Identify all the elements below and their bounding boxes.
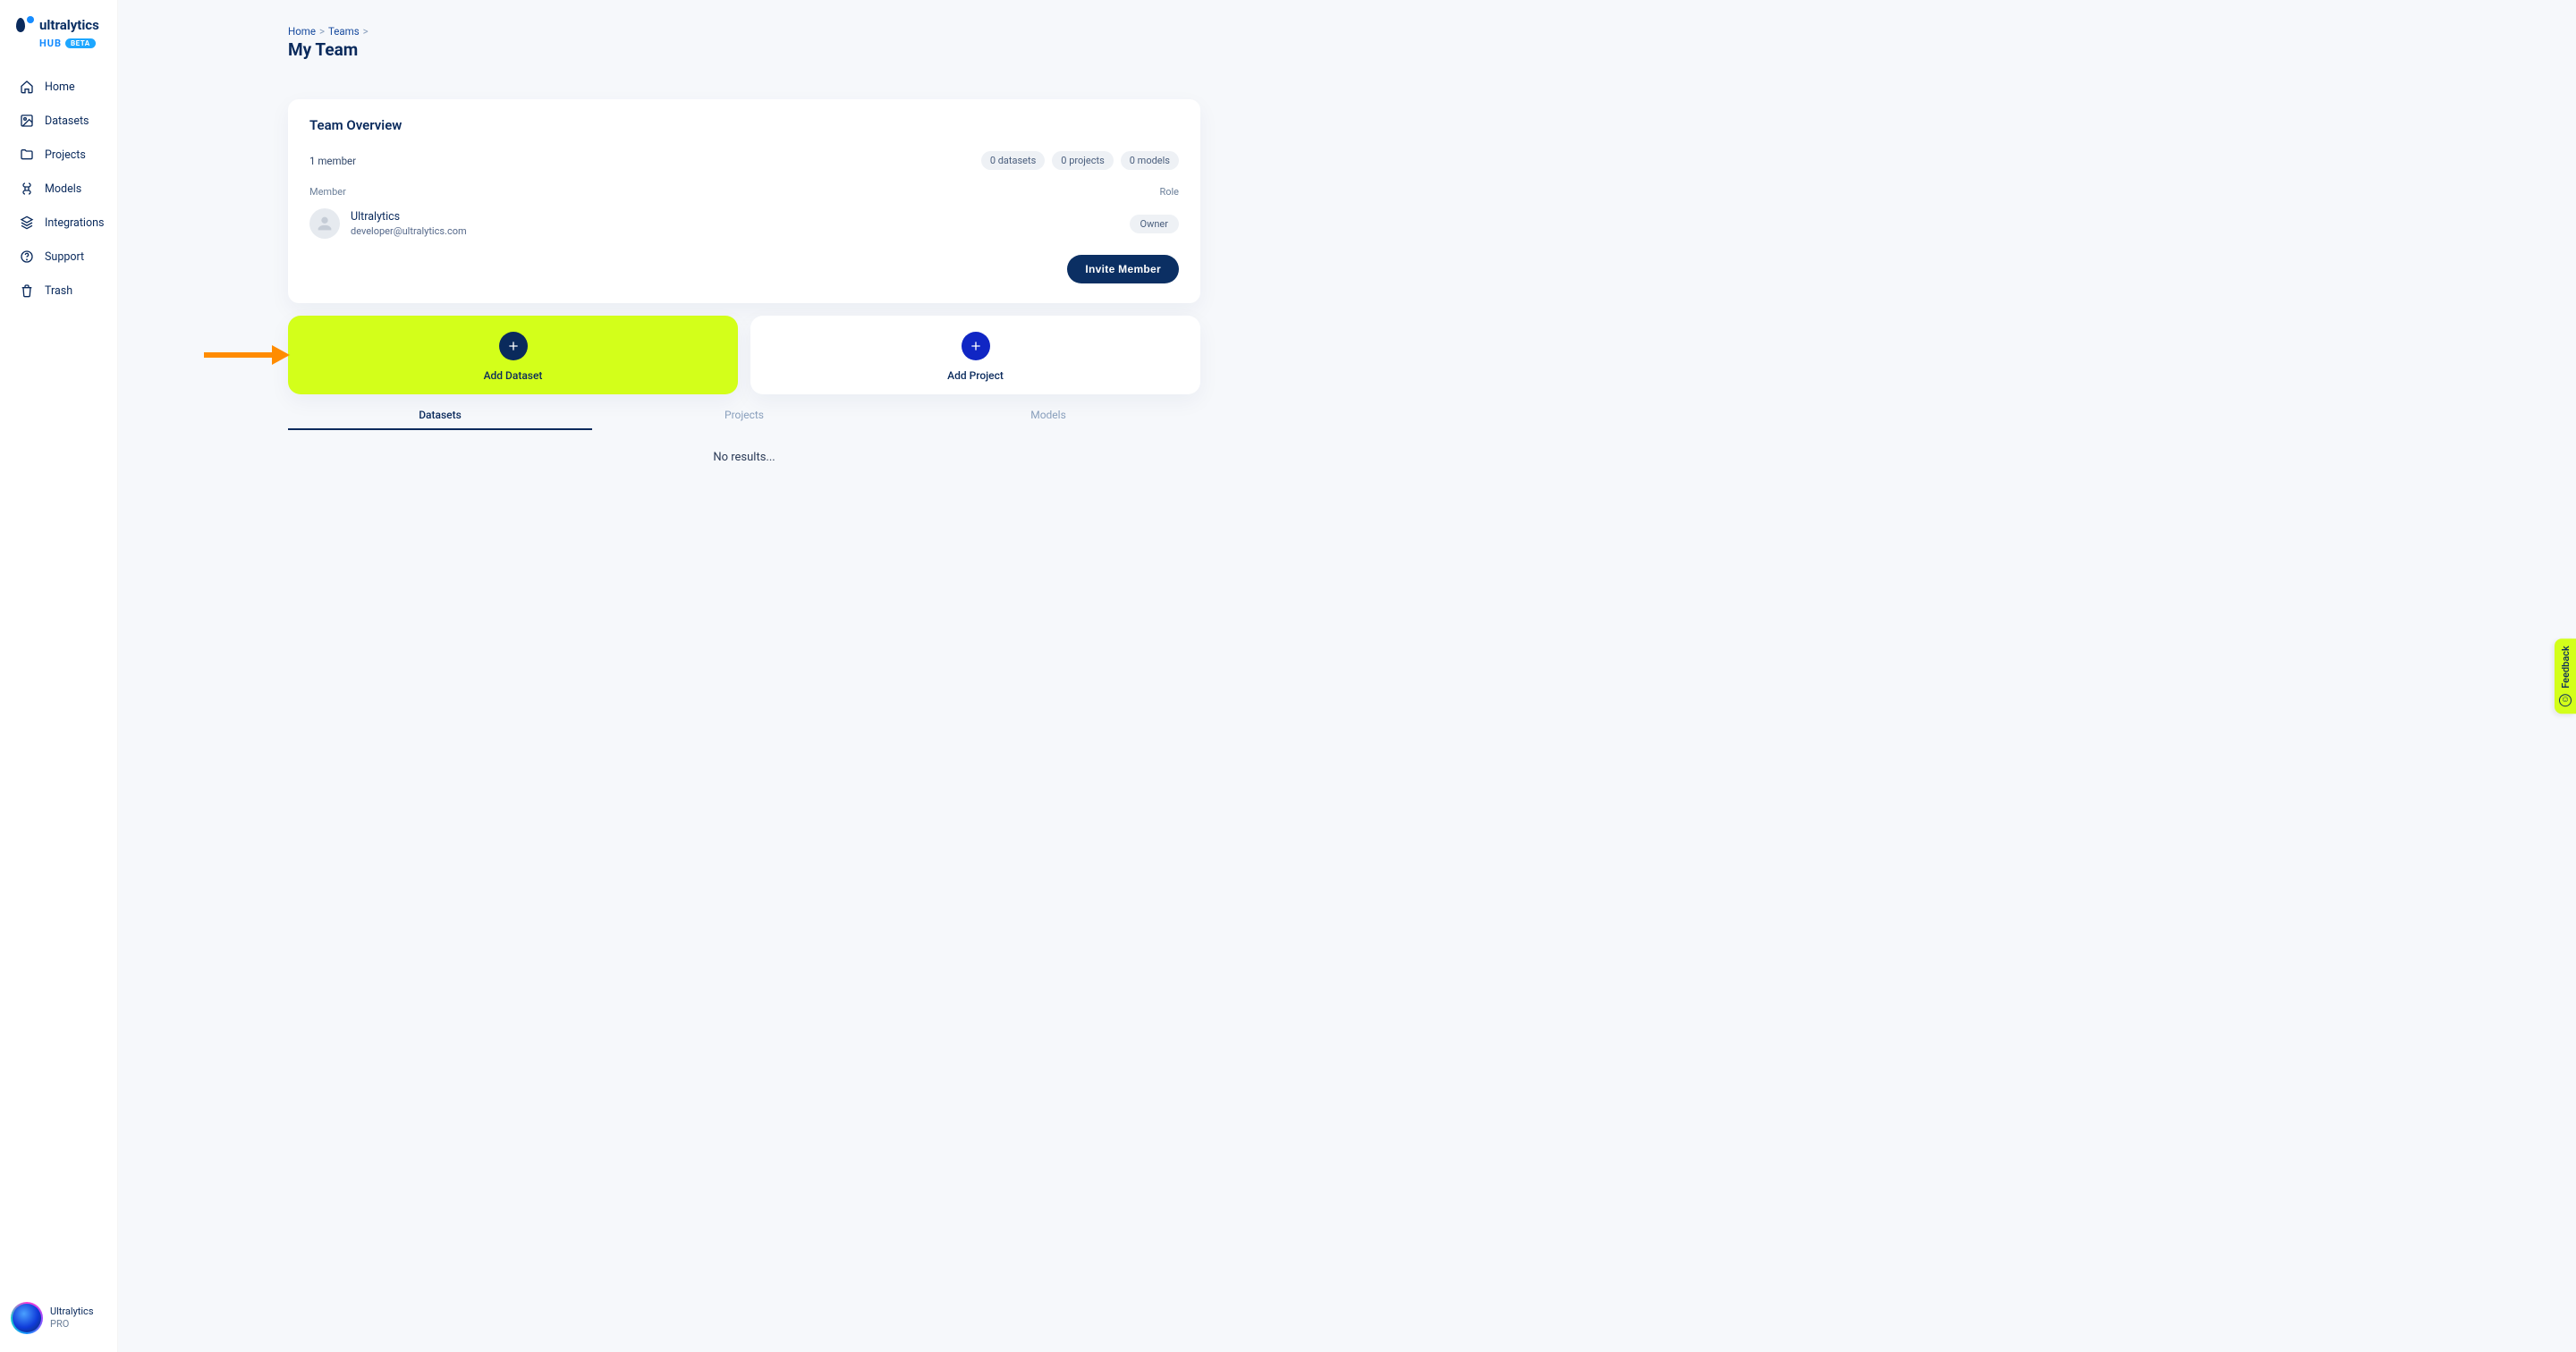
plus-icon xyxy=(499,332,528,360)
command-icon xyxy=(20,182,34,196)
help-icon xyxy=(20,249,34,264)
member-avatar-icon xyxy=(309,208,340,239)
team-overview-card: Team Overview 1 member 0 datasets 0 proj… xyxy=(288,99,1200,303)
home-icon xyxy=(20,80,34,94)
action-tiles: Add Dataset Add Project xyxy=(288,316,1200,394)
col-role: Role xyxy=(1159,186,1179,198)
tile-label: Add Project xyxy=(947,369,1004,382)
feedback-tab[interactable]: Feedback ☺ xyxy=(2555,638,2576,714)
avatar-icon xyxy=(11,1302,43,1334)
brand-mark-icon xyxy=(16,16,34,34)
image-icon xyxy=(20,114,34,128)
brand-logo[interactable]: ultralytics HUB BETA xyxy=(0,16,117,65)
chip-datasets: 0 datasets xyxy=(981,151,1045,170)
sidebar-item-label: Home xyxy=(45,80,75,94)
page-title: My Team xyxy=(288,39,1200,60)
add-project-tile[interactable]: Add Project xyxy=(750,316,1200,394)
trash-icon xyxy=(20,283,34,298)
member-row: Ultralytics developer@ultralytics.com Ow… xyxy=(309,208,1179,239)
sidebar-nav: Home Datasets Projects Models xyxy=(0,65,117,312)
member-email: developer@ultralytics.com xyxy=(351,225,467,237)
smile-icon: ☺ xyxy=(2559,694,2572,706)
feedback-label: Feedback xyxy=(2560,646,2572,689)
annotation-arrow-icon xyxy=(204,345,290,365)
user-block[interactable]: Ultralytics PRO xyxy=(0,1295,117,1341)
tile-label: Add Dataset xyxy=(484,369,543,382)
layers-icon xyxy=(20,215,34,230)
sidebar-item-label: Projects xyxy=(45,148,86,162)
tabs: Datasets Projects Models xyxy=(288,401,1200,431)
sidebar-item-home[interactable]: Home xyxy=(9,72,108,101)
brand-badge: BETA xyxy=(65,38,96,48)
tab-projects[interactable]: Projects xyxy=(592,401,896,430)
chip-models: 0 models xyxy=(1121,151,1179,170)
tab-datasets[interactable]: Datasets xyxy=(288,401,592,430)
invite-member-button[interactable]: Invite Member xyxy=(1067,255,1179,283)
breadcrumb: Home > Teams > xyxy=(288,25,1200,38)
card-title: Team Overview xyxy=(309,117,1179,133)
breadcrumb-sep: > xyxy=(319,25,325,38)
member-name: Ultralytics xyxy=(351,210,467,224)
no-results-text: No results... xyxy=(288,431,1200,484)
sidebar-item-label: Datasets xyxy=(45,114,89,128)
sidebar-item-datasets[interactable]: Datasets xyxy=(9,106,108,135)
breadcrumb-sep: > xyxy=(363,25,369,38)
breadcrumb-teams[interactable]: Teams xyxy=(328,25,360,38)
sidebar-item-label: Models xyxy=(45,182,81,196)
col-member: Member xyxy=(309,186,346,198)
brand-sub: HUB xyxy=(39,38,62,49)
breadcrumb-home[interactable]: Home xyxy=(288,25,316,38)
member-role: Owner xyxy=(1130,215,1179,233)
folder-icon xyxy=(20,148,34,162)
sidebar-item-projects[interactable]: Projects xyxy=(9,140,108,169)
user-name: Ultralytics xyxy=(50,1306,94,1318)
brand-name: ultralytics xyxy=(39,17,99,33)
sidebar-item-label: Integrations xyxy=(45,216,104,230)
add-dataset-tile[interactable]: Add Dataset xyxy=(288,316,738,394)
sidebar-item-trash[interactable]: Trash xyxy=(9,276,108,305)
sidebar-item-label: Support xyxy=(45,250,84,264)
sidebar-item-support[interactable]: Support xyxy=(9,242,108,271)
sidebar-item-models[interactable]: Models xyxy=(9,174,108,203)
main-content: Home > Teams > My Team Team Overview 1 m… xyxy=(118,0,2576,1352)
plus-icon xyxy=(962,332,990,360)
tab-models[interactable]: Models xyxy=(896,401,1200,430)
sidebar-item-label: Trash xyxy=(45,284,72,298)
chip-projects: 0 projects xyxy=(1052,151,1113,170)
member-count: 1 member xyxy=(309,155,356,167)
sidebar: ultralytics HUB BETA Home Datasets xyxy=(0,0,118,1352)
sidebar-item-integrations[interactable]: Integrations xyxy=(9,208,108,237)
user-plan: PRO xyxy=(50,1318,94,1331)
